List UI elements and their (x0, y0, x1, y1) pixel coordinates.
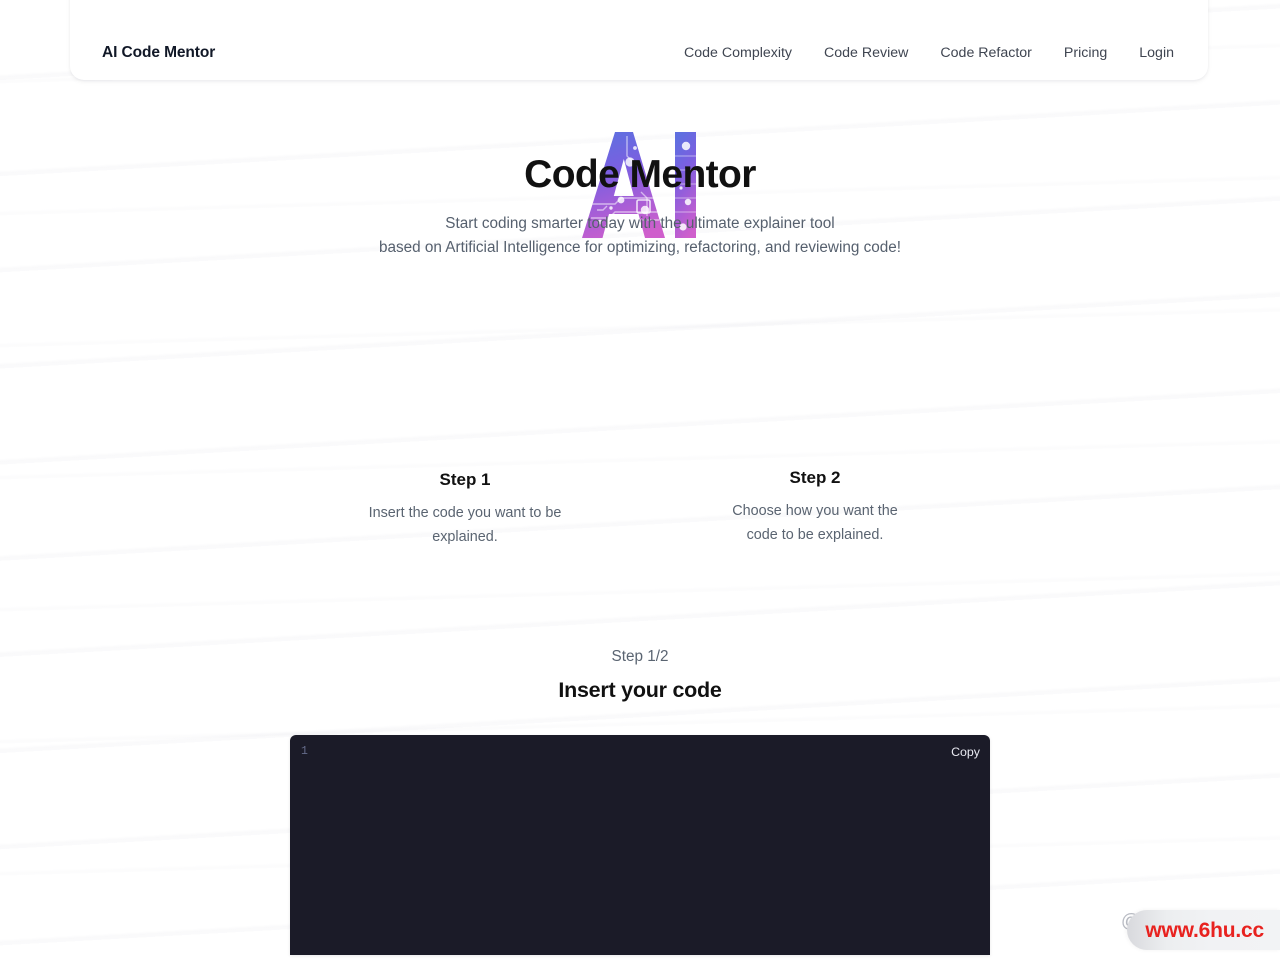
step-1-description: Insert the code you want to be explained… (332, 502, 598, 550)
code-input-section: Step 1/2 Insert your code 1 Copy (0, 646, 1280, 956)
nav-link-pricing[interactable]: Pricing (1048, 46, 1123, 60)
copy-button[interactable]: Copy (951, 745, 980, 760)
main-navigation: Code Complexity Code Review Code Refacto… (668, 46, 1174, 63)
steps-section: Step 1 Insert the code you want to be ex… (0, 455, 1280, 550)
step-card-1: Step 1 Insert the code you want to be ex… (326, 455, 604, 550)
nav-link-login[interactable]: Login (1123, 46, 1174, 60)
hero-subtitle-line-2: based on Artificial Intelligence for opt… (378, 239, 902, 257)
step-counter-label: Step 1/2 (611, 648, 669, 665)
step-1-desc-line-2: explained. (432, 529, 498, 546)
nav-link-code-refactor[interactable]: Code Refactor (924, 46, 1047, 60)
hero-subtitle-line-1: Start coding smarter today with the ulti… (445, 214, 835, 232)
code-editor[interactable]: 1 Copy (290, 735, 990, 956)
hero-subtitle: Start coding smarter today with the ulti… (0, 212, 1280, 260)
step-1-title: Step 1 (439, 470, 491, 489)
nav-link-code-complexity[interactable]: Code Complexity (668, 46, 808, 60)
watermark-badge: www.6hu.cc (1127, 910, 1280, 950)
watermark-badge-text: www.6hu.cc (1145, 918, 1264, 942)
step-card-2: Step 2 Choose how you want the code to b… (676, 455, 954, 550)
nav-link-code-review[interactable]: Code Review (808, 46, 924, 60)
step-1-desc-line-1: Insert the code you want to be (368, 505, 562, 522)
page-title: Code Mentor (524, 153, 756, 196)
editor-heading: Insert your code (558, 678, 722, 703)
step-2-description: Choose how you want the code to be expla… (682, 500, 948, 548)
line-number-gutter: 1 (301, 745, 308, 759)
step-2-desc-line-2: code to be explained. (746, 527, 884, 544)
step-2-desc-line-1: Choose how you want the (732, 503, 898, 520)
code-input-textarea[interactable] (322, 745, 916, 948)
step-2-title: Step 2 (789, 468, 841, 487)
site-header: AI Code Mentor Code Complexity Code Revi… (70, 0, 1208, 80)
brand-logo-text[interactable]: AI Code Mentor (102, 44, 215, 64)
